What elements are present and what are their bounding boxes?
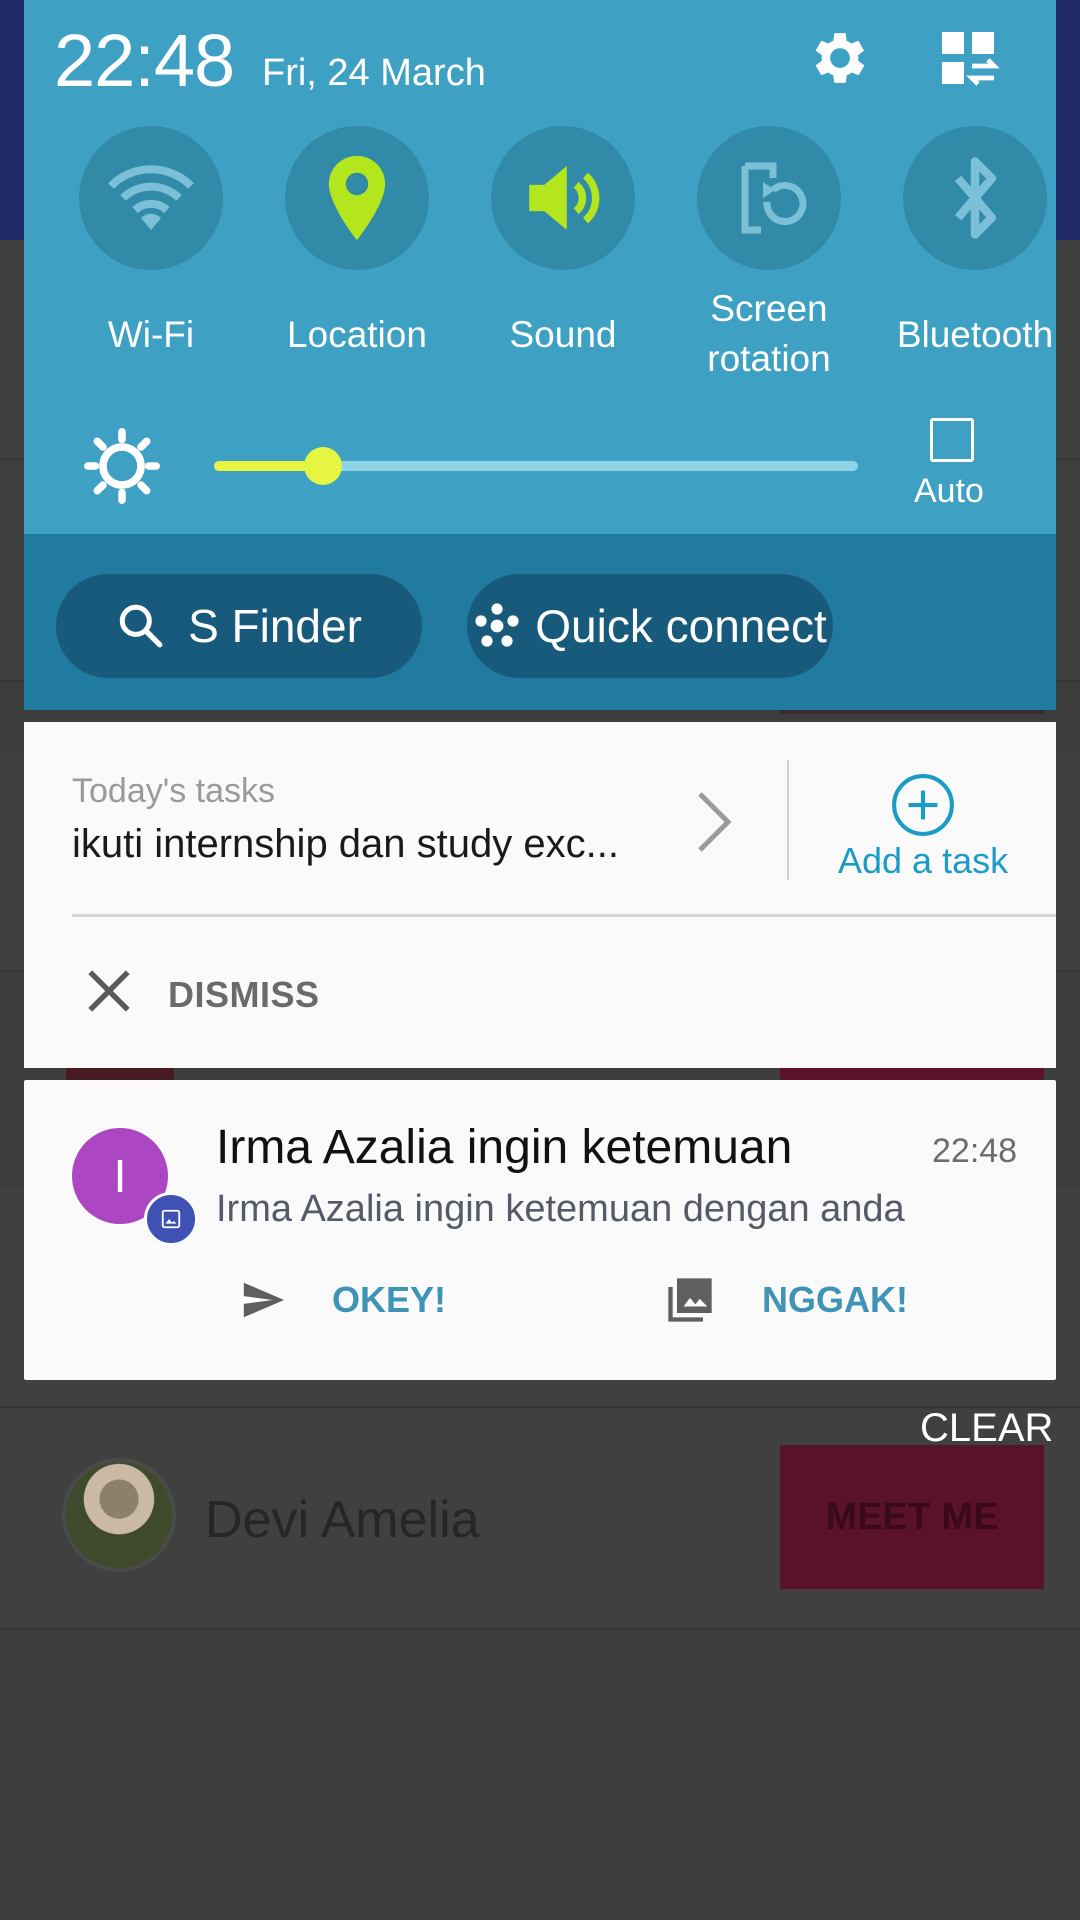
dismiss-button[interactable]: DISMISS (64, 938, 384, 1048)
panel-bottom-bar: S Finder Quick connect (24, 534, 1056, 710)
notification-time: 22:48 (932, 1132, 1018, 1170)
s-finder-button[interactable]: S Finder (56, 574, 422, 678)
notification-body: Irma Azalia ingin ketemuan dengan anda (216, 1188, 905, 1230)
sound-icon (491, 126, 635, 270)
gallery-badge-icon (144, 1192, 198, 1246)
divider (72, 914, 1056, 917)
toggle-screen-rotation[interactable]: Screen rotation (666, 126, 872, 384)
nggak-button[interactable]: NGGAK! (664, 1270, 908, 1330)
quick-connect-button[interactable]: Quick connect (467, 574, 833, 678)
toggle-label: Location (287, 314, 427, 355)
okey-button[interactable]: OKEY! (240, 1270, 446, 1330)
toggle-location[interactable]: Location (254, 126, 460, 360)
okey-label: OKEY! (332, 1279, 447, 1320)
quick-connect-label: Quick connect (535, 600, 827, 652)
nggak-label: NGGAK! (762, 1279, 908, 1320)
add-task-button[interactable]: Add a task (804, 752, 1044, 902)
wifi-icon (79, 126, 223, 270)
background-contact-avatar (62, 1458, 176, 1572)
toggle-sound[interactable]: Sound (460, 126, 666, 360)
todays-tasks-card: Today's tasks ikuti internship dan study… (24, 722, 1056, 1068)
auto-brightness-checkbox[interactable] (930, 418, 974, 462)
brightness-slider-thumb[interactable] (304, 447, 343, 485)
background-meet-me-button: MEET ME (780, 1445, 1044, 1589)
gear-icon[interactable] (804, 22, 876, 94)
clock: 22:48 (54, 19, 235, 102)
notification-title: Irma Azalia ingin ketemuan (216, 1121, 793, 1174)
notification-card[interactable]: I Irma Azalia ingin ketemuan 22:48 Irma … (24, 1080, 1056, 1380)
send-icon (243, 1282, 285, 1318)
tasks-header: Today's tasks (72, 772, 276, 810)
close-icon (84, 966, 134, 1021)
date: Fri, 24 March (262, 52, 486, 94)
edit-grid-icon[interactable] (934, 22, 1006, 94)
toggle-label: Bluetooth (896, 314, 1054, 355)
search-icon (119, 604, 163, 648)
toggle-wifi[interactable]: Wi-Fi (48, 126, 254, 360)
auto-brightness-label: Auto (914, 472, 984, 510)
clear-all-button[interactable]: CLEAR (920, 1406, 1053, 1451)
brightness-slider[interactable] (214, 447, 858, 485)
dismiss-label: DISMISS (168, 974, 320, 1015)
task-text: ikuti internship dan study exc... (72, 822, 619, 866)
background-contact-name: Devi Amelia (205, 1491, 480, 1549)
todays-tasks-open[interactable]: Today's tasks ikuti internship dan study… (24, 722, 784, 914)
s-finder-label: S Finder (188, 600, 362, 652)
toggle-label: Sound (509, 314, 617, 355)
divider (787, 760, 789, 880)
add-circle-icon (890, 772, 956, 843)
toggle-bluetooth[interactable]: Bluetooth (872, 126, 1078, 360)
toggle-label: Screen rotation (707, 288, 831, 379)
toggle-label: Wi-Fi (107, 314, 195, 355)
screen-rotation-icon (697, 126, 841, 270)
gallery-icon (668, 1278, 712, 1322)
quick-settings-panel: 22:48 Fri, 24 March Wi-Fi Location Sound… (24, 0, 1056, 710)
chevron-right-icon (694, 790, 734, 859)
quick-connect-icon (475, 603, 519, 647)
location-pin-icon (285, 126, 429, 270)
add-task-label: Add a task (838, 840, 1009, 881)
brightness-icon (84, 428, 160, 509)
bluetooth-icon (903, 126, 1047, 270)
